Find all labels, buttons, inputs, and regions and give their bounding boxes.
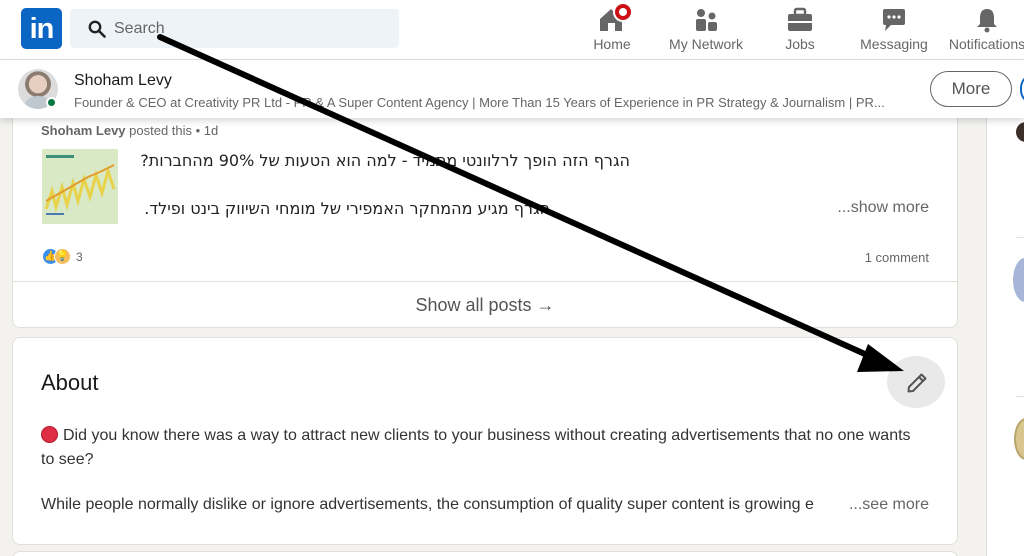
chart-thumbnail-image [42,149,118,224]
about-paragraph-1: Did you know there was a way to attract … [41,424,921,472]
post-author-name[interactable]: Shoham Levy [41,123,126,138]
comments-count-link[interactable]: 1 comment [865,250,929,265]
linkedin-logo[interactable]: in [21,8,62,49]
nav-my-network[interactable]: My Network [664,0,748,60]
nav-notifications-label: Notifications [948,36,1024,52]
more-button[interactable]: More [930,71,1012,107]
bell-icon [972,6,1002,34]
home-icon [597,2,633,34]
post-meta: posted this • 1d [129,123,219,138]
next-section-card [12,551,958,556]
search-input[interactable] [114,9,384,48]
sticky-profile-header: Shoham Levy Founder & CEO at Creativity … [0,60,1024,118]
nav-home[interactable]: Home [587,0,637,60]
activity-card: Shoham Levy posted this • 1d הגרף הזה הו… [12,100,958,328]
show-all-posts-button[interactable]: Show all posts → [13,282,957,328]
post-thumbnail[interactable] [42,149,118,224]
nav-home-label: Home [593,36,631,52]
profile-headline: Founder & CEO at Creativity PR Ltd - PR … [74,95,885,110]
post-author-line: Shoham Levy posted this • 1d [41,123,218,138]
rail-divider [1016,396,1024,397]
top-nav: in Home My Network [0,0,1024,60]
notification-badge [613,2,633,22]
see-more-link[interactable]: ...see more [849,493,929,517]
nav-my-network-label: My Network [669,36,743,52]
search-box[interactable] [70,9,399,48]
about-heading: About [41,370,99,395]
messaging-icon [879,6,909,34]
nav-notifications[interactable]: Notifications [946,0,1024,60]
nav-jobs-label: Jobs [785,36,815,52]
profile-name: Shoham Levy [74,72,172,89]
about-paragraph-1-text: Did you know there was a way to attract … [41,427,911,468]
show-more-link[interactable]: ...show more [837,199,929,217]
post-text-line-1: הגרף הזה הופך לרלוונטי מתמיד - למה הוא ה… [140,151,630,170]
search-icon [88,20,106,38]
red-circle-emoji-icon [41,426,58,443]
insightful-reaction-icon: 💡 [54,248,71,265]
network-icon [691,6,721,34]
pencil-icon [907,373,927,393]
online-status-indicator [46,97,57,108]
nav-messaging[interactable]: Messaging [858,0,930,60]
about-paragraph-2: While people normally dislike or ignore … [41,496,814,513]
nav-messaging-label: Messaging [860,36,928,52]
nav-jobs[interactable]: Jobs [775,0,825,60]
reaction-count: 3 [76,250,83,264]
about-card: About Did you know there was a way to at… [12,337,958,545]
edit-about-button[interactable] [887,356,945,408]
right-rail [986,118,1024,556]
briefcase-icon [785,6,815,34]
post-text-line-2: הגרף מגיע מהמחקר האמפירי של מומחי השיווק… [144,199,550,218]
rail-divider [1016,237,1024,238]
